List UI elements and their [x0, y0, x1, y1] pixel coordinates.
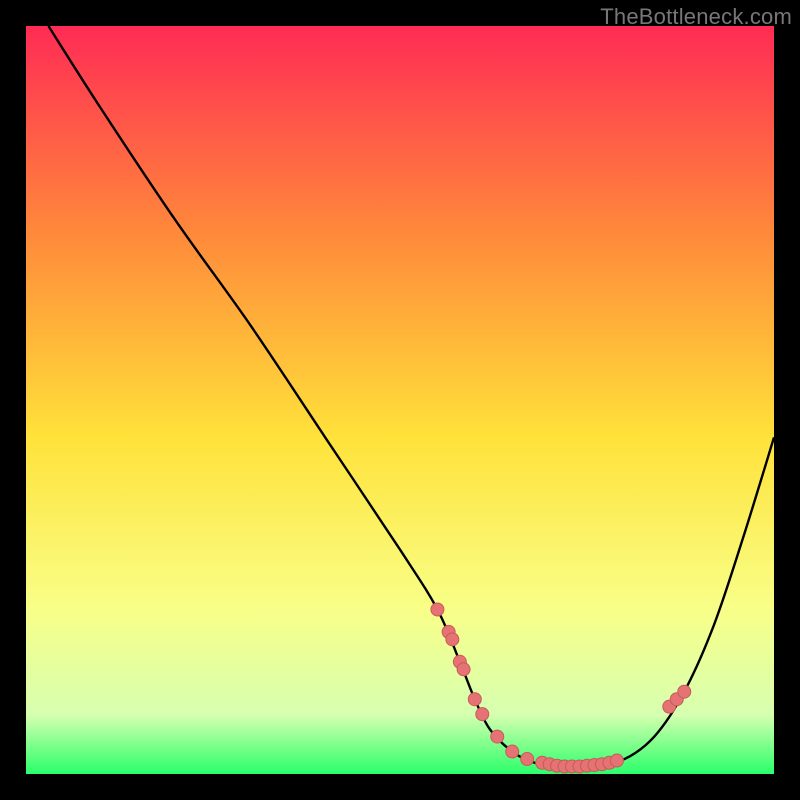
watermark-text: TheBottleneck.com — [600, 4, 792, 30]
gradient-background — [26, 26, 774, 774]
bottleneck-chart — [26, 26, 774, 774]
sample-point — [521, 753, 534, 766]
sample-point — [446, 633, 459, 646]
sample-point — [457, 663, 470, 676]
sample-point — [468, 693, 481, 706]
sample-point — [610, 754, 623, 767]
chart-frame — [26, 26, 774, 774]
sample-point — [431, 603, 444, 616]
sample-point — [506, 745, 519, 758]
sample-point — [491, 730, 504, 743]
sample-point — [678, 685, 691, 698]
sample-point — [476, 708, 489, 721]
